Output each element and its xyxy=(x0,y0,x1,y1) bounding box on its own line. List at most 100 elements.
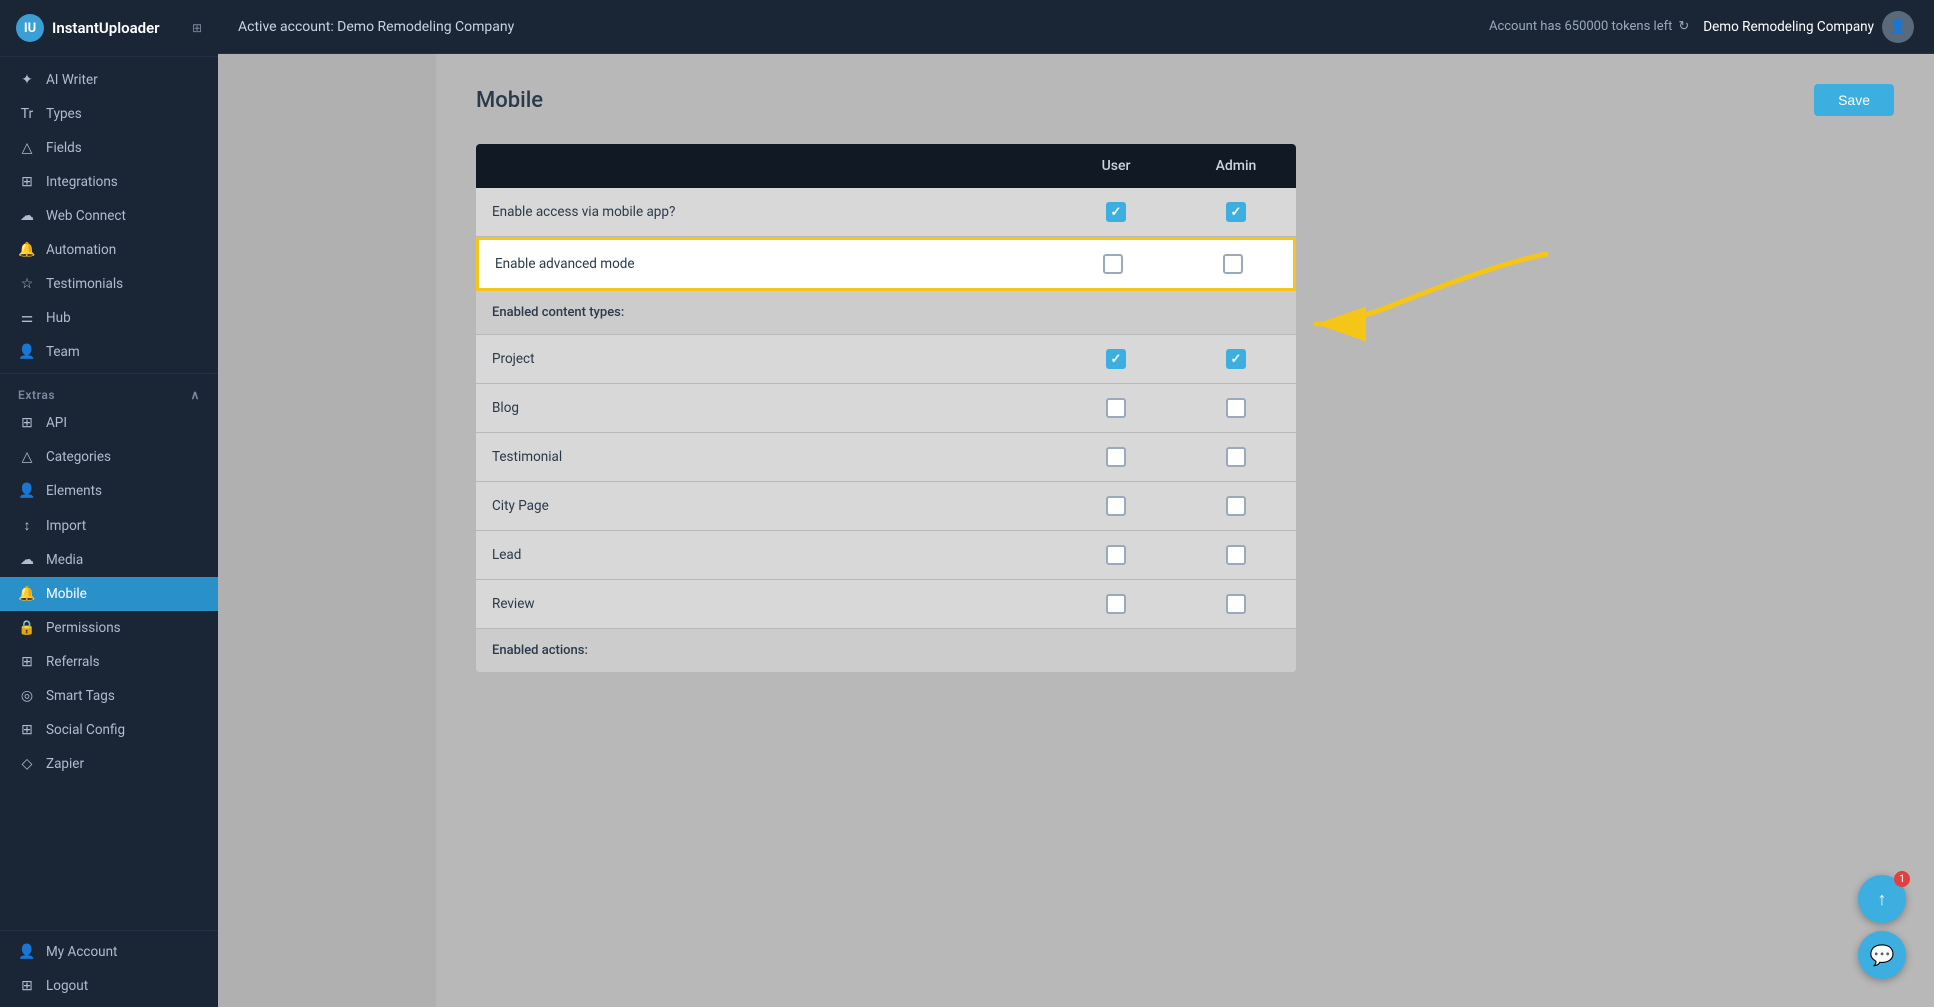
admin-checkbox-cell[interactable] xyxy=(1176,188,1296,236)
admin-checkbox-enable-access[interactable] xyxy=(1226,202,1246,222)
sidebar-item-referrals[interactable]: ⊞ Referrals xyxy=(0,645,218,679)
admin-checkbox-testimonial[interactable] xyxy=(1226,447,1246,467)
types-icon: Tr xyxy=(18,106,36,122)
user-checkbox-cell[interactable] xyxy=(1053,240,1173,288)
admin-checkbox-review[interactable] xyxy=(1226,594,1246,614)
sidebar-item-label: Elements xyxy=(46,483,102,499)
admin-checkbox-cell[interactable] xyxy=(1176,384,1296,432)
sidebar-item-social-config[interactable]: ⊞ Social Config xyxy=(0,713,218,747)
admin-checkbox-lead[interactable] xyxy=(1226,545,1246,565)
sidebar-item-ai-writer[interactable]: ✦ AI Writer xyxy=(0,63,218,97)
user-checkbox-cell[interactable] xyxy=(1056,384,1176,432)
col-admin-header: Admin xyxy=(1176,144,1296,188)
row-label: Review xyxy=(476,582,1056,626)
admin-checkbox-cell[interactable] xyxy=(1173,240,1293,288)
user-checkbox-advanced-mode[interactable] xyxy=(1103,254,1123,274)
sidebar-item-types[interactable]: Tr Types xyxy=(0,97,218,131)
sidebar-item-logout[interactable]: ⊞ Logout xyxy=(0,969,218,1003)
sidebar-item-label: Testimonials xyxy=(46,276,123,292)
user-checkbox-city-page[interactable] xyxy=(1106,496,1126,516)
admin-checkbox-advanced-mode[interactable] xyxy=(1223,254,1243,274)
admin-checkbox-cell[interactable] xyxy=(1176,531,1296,579)
user-checkbox-review[interactable] xyxy=(1106,594,1126,614)
user-checkbox-cell[interactable] xyxy=(1056,580,1176,628)
sidebar-item-label: Mobile xyxy=(46,586,87,602)
extras-label: Extras xyxy=(18,388,55,402)
sidebar-item-fields[interactable]: △ Fields xyxy=(0,131,218,165)
sidebar-item-automation[interactable]: 🔔 Automation xyxy=(0,233,218,267)
sidebar-item-media[interactable]: ☁ Media xyxy=(0,543,218,577)
extras-section-header[interactable]: Extras ∧ xyxy=(0,378,218,406)
chat-button[interactable]: 💬 xyxy=(1858,931,1906,979)
sidebar-bottom: 👤 My Account ⊞ Logout xyxy=(0,930,218,1007)
col-label-header xyxy=(476,144,1056,188)
table-row-section-header: Enabled actions: xyxy=(476,629,1296,672)
table-row-section-header: Enabled content types: xyxy=(476,291,1296,335)
table-row: Testimonial xyxy=(476,433,1296,482)
account-name: Demo Remodeling Company xyxy=(1703,19,1874,35)
admin-checkbox-project[interactable] xyxy=(1226,349,1246,369)
sidebar-item-label: Permissions xyxy=(46,620,121,636)
fields-icon: △ xyxy=(18,140,36,156)
testimonials-icon: ☆ xyxy=(18,276,36,292)
user-checkbox-cell[interactable] xyxy=(1056,335,1176,383)
user-checkbox-cell[interactable] xyxy=(1056,433,1176,481)
sidebar-item-label: Import xyxy=(46,518,86,534)
user-checkbox-cell[interactable] xyxy=(1056,188,1176,236)
sidebar-item-smart-tags[interactable]: ◎ Smart Tags xyxy=(0,679,218,713)
user-checkbox-testimonial[interactable] xyxy=(1106,447,1126,467)
sidebar-item-elements[interactable]: 👤 Elements xyxy=(0,474,218,508)
user-checkbox-enable-access[interactable] xyxy=(1106,202,1126,222)
sidebar-logo[interactable]: IU InstantUploader ⊞ xyxy=(0,0,218,57)
sidebar-item-label: Integrations xyxy=(46,174,118,190)
sidebar-item-import[interactable]: ↕ Import xyxy=(0,508,218,543)
refresh-icon[interactable]: ↻ xyxy=(1678,19,1689,34)
page-title-row: Mobile Save xyxy=(476,84,1894,116)
admin-checkbox-cell[interactable] xyxy=(1176,433,1296,481)
save-button[interactable]: Save xyxy=(1814,84,1894,116)
admin-checkbox-cell[interactable] xyxy=(1176,580,1296,628)
sidebar-item-mobile[interactable]: 🔔 Mobile xyxy=(0,577,218,611)
sidebar-item-hub[interactable]: ⚌ Hub xyxy=(0,301,218,335)
user-checkbox-cell[interactable] xyxy=(1056,531,1176,579)
sidebar-item-integrations[interactable]: ⊞ Integrations xyxy=(0,165,218,199)
tokens-info: Account has 650000 tokens left ↻ xyxy=(1489,19,1689,34)
admin-checkbox-blog[interactable] xyxy=(1226,398,1246,418)
user-checkbox-cell[interactable] xyxy=(1056,482,1176,530)
active-account-label: Active account: Demo Remodeling Company xyxy=(238,19,514,35)
table-row: Lead xyxy=(476,531,1296,580)
annotation-arrow xyxy=(1296,244,1596,364)
row-label: Enable advanced mode xyxy=(479,242,1053,286)
admin-checkbox-cell[interactable] xyxy=(1176,335,1296,383)
sidebar-item-team[interactable]: 👤 Team xyxy=(0,335,218,369)
sidebar-item-zapier[interactable]: ◇ Zapier xyxy=(0,747,218,781)
sidebar-item-label: Fields xyxy=(46,140,82,156)
admin-checkbox-city-page[interactable] xyxy=(1226,496,1246,516)
empty-cell xyxy=(1176,299,1296,327)
empty-cell xyxy=(1176,637,1296,665)
admin-checkbox-cell[interactable] xyxy=(1176,482,1296,530)
user-checkbox-blog[interactable] xyxy=(1106,398,1126,418)
table-row: Review xyxy=(476,580,1296,629)
topbar-right: Account has 650000 tokens left ↻ Demo Re… xyxy=(1489,11,1914,43)
import-icon: ↕ xyxy=(18,517,36,534)
sidebar: IU InstantUploader ⊞ ✦ AI Writer Tr Type… xyxy=(0,0,218,1007)
user-checkbox-project[interactable] xyxy=(1106,349,1126,369)
table-row: Project xyxy=(476,335,1296,384)
sidebar-item-api[interactable]: ⊞ API xyxy=(0,406,218,440)
sidebar-item-web-connect[interactable]: ☁ Web Connect xyxy=(0,199,218,233)
scroll-top-button[interactable]: ↑ 1 xyxy=(1858,875,1906,923)
media-icon: ☁ xyxy=(18,552,36,568)
sidebar-item-permissions[interactable]: 🔒 Permissions xyxy=(0,611,218,645)
app-name: InstantUploader xyxy=(52,19,160,37)
table-row: Blog xyxy=(476,384,1296,433)
pin-icon[interactable]: ⊞ xyxy=(192,21,202,35)
sidebar-item-my-account[interactable]: 👤 My Account xyxy=(0,935,218,969)
sidebar-item-testimonials[interactable]: ☆ Testimonials xyxy=(0,267,218,301)
user-checkbox-lead[interactable] xyxy=(1106,545,1126,565)
referrals-icon: ⊞ xyxy=(18,654,36,670)
sidebar-item-categories[interactable]: △ Categories xyxy=(0,440,218,474)
row-label: Lead xyxy=(476,533,1056,577)
social-config-icon: ⊞ xyxy=(18,722,36,738)
sidebar-item-label: Social Config xyxy=(46,722,125,738)
